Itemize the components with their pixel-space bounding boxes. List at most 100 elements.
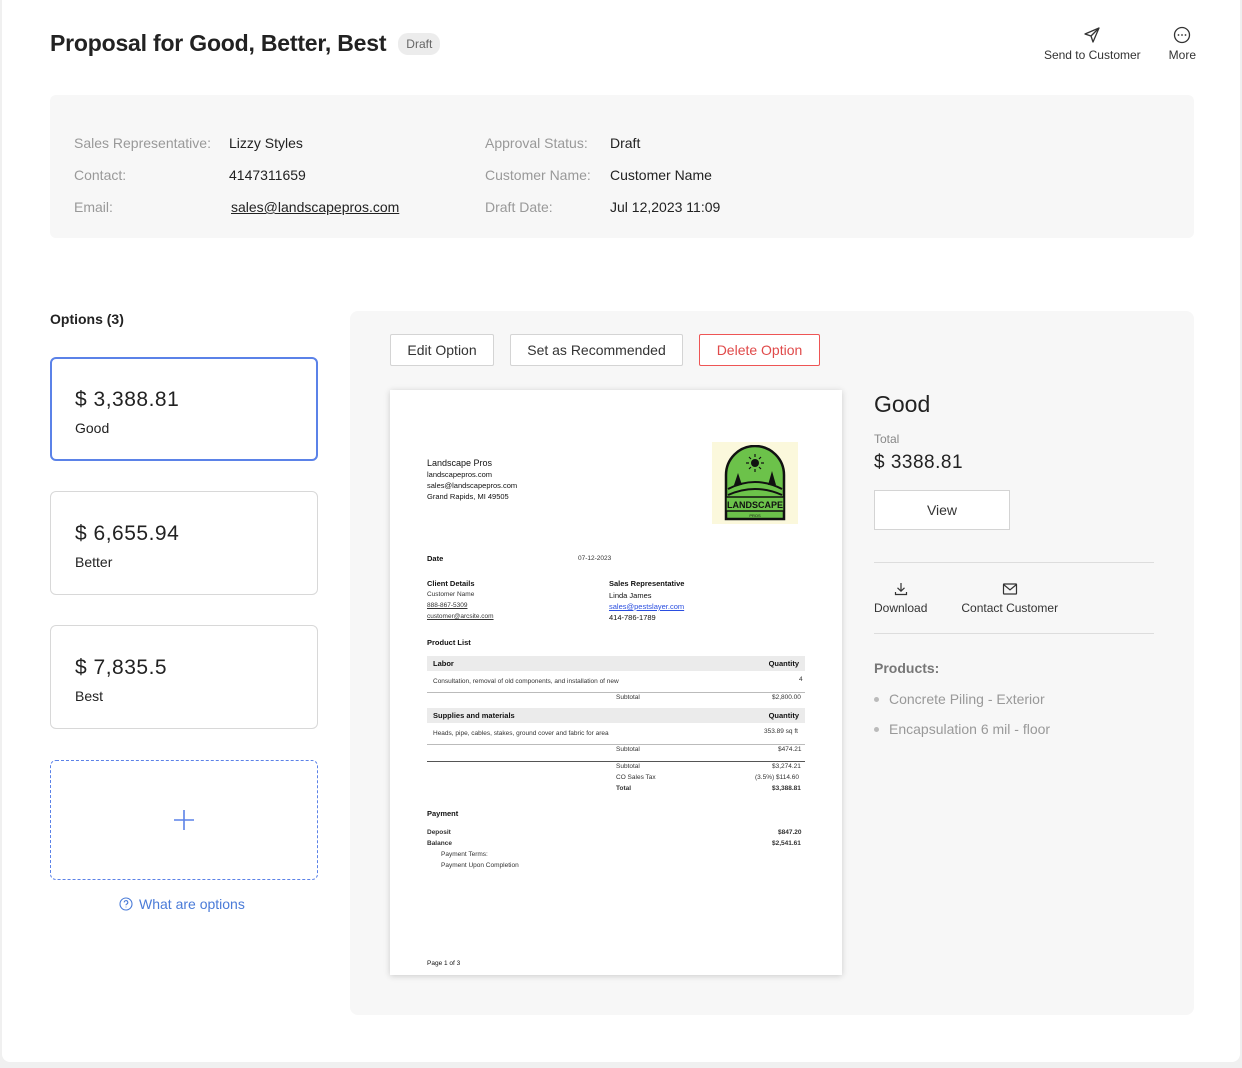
status-badge: Draft [398, 32, 441, 55]
option-price: $ 6,655.94 [75, 522, 180, 545]
doc-terms-label: Payment Terms: [441, 851, 488, 858]
option-name: Better [75, 554, 113, 570]
draft-date-label: Draft Date: [485, 199, 553, 215]
option-detail-name: Good [874, 391, 931, 417]
sales-rep-label: Sales Representative: [74, 135, 211, 151]
detail-actions: Download Contact Customer [874, 563, 1156, 633]
doc-deposit: $847.20 [778, 829, 802, 836]
doc-product-list-title: Product List [427, 638, 471, 647]
what-are-options-label: What are options [139, 896, 245, 912]
doc-date: 07-12-2023 [578, 555, 612, 562]
doc-qty-header: Quantity [768, 711, 799, 720]
customer-value: Customer Name [610, 167, 712, 183]
divider [874, 633, 1154, 634]
doc-company: Landscape Pros [427, 458, 493, 468]
doc-tax: (3.5%) $114.60 [755, 774, 799, 781]
doc-address: Grand Rapids, MI 49505 [427, 492, 509, 501]
doc-client-email[interactable]: customer@arcsite.com [427, 613, 494, 620]
doc-payment-title: Payment [427, 809, 459, 818]
proposal-page: Proposal for Good, Better, Best Draft Se… [2, 0, 1240, 1062]
doc-qty-header: Quantity [768, 659, 799, 668]
sales-rep-value: Lizzy Styles [229, 135, 303, 151]
send-icon [1084, 27, 1100, 43]
download-label: Download [874, 601, 928, 615]
doc-email: sales@landscapepros.com [427, 481, 518, 490]
contact-label: Contact: [74, 167, 127, 183]
proposal-info-box: Sales Representative: Lizzy Styles Conta… [50, 95, 1194, 238]
doc-rep-name: Linda James [609, 591, 652, 600]
contact-row: Contact: 4147311659 [74, 167, 399, 199]
doc-rep-title: Sales Representative [609, 579, 685, 588]
email-link[interactable]: sales@landscapepros.com [229, 199, 399, 231]
landscape-pros-logo: LANDSCAPE PROS [712, 442, 798, 524]
delete-option-button[interactable]: Delete Option [699, 334, 820, 366]
doc-labor-qty: 4 [799, 676, 803, 683]
product-item: Concrete Piling - Exterior [874, 684, 1156, 714]
doc-client-name: Customer Name [427, 591, 475, 598]
help-circle-icon [119, 897, 133, 911]
customer-row: Customer Name: Customer Name [485, 167, 720, 199]
option-card-better[interactable]: $ 6,655.94 Better [50, 491, 318, 595]
logo-icon: LANDSCAPE PROS [724, 445, 786, 521]
page-title: Proposal for Good, Better, Best [50, 30, 387, 56]
send-to-customer-label: Send to Customer [1043, 48, 1141, 62]
email-label: Email: [74, 199, 113, 215]
mail-icon [1002, 583, 1017, 595]
logo-text: LANDSCAPE [727, 500, 783, 510]
download-button[interactable]: Download [874, 581, 927, 615]
set-recommended-button[interactable]: Set as Recommended [510, 334, 683, 366]
doc-supplies-header: Supplies and materials Quantity [427, 708, 805, 723]
doc-total: $3,388.81 [772, 785, 801, 792]
approval-value: Draft [610, 135, 641, 151]
what-are-options-link[interactable]: What are options [119, 896, 245, 912]
contact-value: 4147311659 [229, 167, 306, 183]
doc-supplies-subtotal: $474.21 [778, 746, 802, 753]
options-title: Options (3) [50, 311, 124, 327]
doc-sum-subtotal: $3,274.21 [772, 763, 801, 770]
doc-rep-email[interactable]: sales@pestslayer.com [609, 602, 684, 611]
doc-divider [427, 761, 805, 762]
info-column-right: Approval Status: Draft Customer Name: Cu… [485, 135, 720, 231]
email-row: Email: sales@landscapepros.com [74, 199, 399, 231]
send-to-customer-button[interactable]: Send to Customer [1044, 26, 1141, 62]
header-actions: Send to Customer More [1044, 26, 1196, 62]
option-total-value: $ 3388.81 [874, 452, 964, 473]
draft-date-value: Jul 12,2023 11:09 [610, 199, 721, 215]
doc-balance: $2,541.61 [772, 840, 801, 847]
products-title: Products: [874, 660, 940, 676]
doc-labor-subtotal: $2,800.00 [772, 694, 801, 701]
doc-client-phone[interactable]: 888-867-5309 [427, 602, 467, 609]
more-button[interactable]: More [1169, 26, 1196, 62]
doc-supplies-subtotal-label: Subtotal [616, 746, 640, 753]
option-price: $ 7,835.5 [75, 656, 168, 679]
customer-label: Customer Name: [485, 167, 591, 183]
doc-sum-subtotal-label: Subtotal [616, 763, 640, 770]
doc-labor-subtotal-label: Subtotal [616, 694, 640, 701]
option-price: $ 3,388.81 [75, 388, 180, 411]
doc-balance-label: Balance [427, 840, 452, 847]
option-name: Best [75, 688, 104, 704]
logo-subtext: PROS [749, 513, 761, 518]
option-card-best[interactable]: $ 7,835.5 Best [50, 625, 318, 729]
add-option-button[interactable] [50, 760, 318, 880]
approval-label: Approval Status: [485, 135, 588, 151]
page-header: Proposal for Good, Better, Best Draft [50, 30, 441, 57]
view-button[interactable]: View [874, 490, 1010, 530]
doc-labor-header: Labor Quantity [427, 656, 805, 671]
doc-divider [427, 744, 805, 745]
doc-supplies-desc: Heads, pipe, cables, stakes, ground cove… [433, 730, 609, 737]
doc-labor-desc: Consultation, removal of old components,… [433, 678, 619, 685]
more-icon [1174, 26, 1191, 44]
contact-customer-button[interactable]: Contact Customer [961, 581, 1058, 615]
edit-option-button[interactable]: Edit Option [390, 334, 494, 366]
doc-client-title: Client Details [427, 579, 475, 588]
contact-customer-label: Contact Customer [961, 601, 1059, 615]
doc-supplies-header-label: Supplies and materials [433, 711, 515, 720]
option-name: Good [75, 420, 110, 436]
option-total-label: Total [874, 432, 900, 446]
plus-icon [174, 810, 194, 830]
option-card-good[interactable]: $ 3,388.81 Good [50, 357, 318, 461]
doc-rep-phone: 414-786-1789 [609, 613, 656, 622]
document-preview[interactable]: Landscape Pros landscapepros.com sales@l… [390, 390, 842, 975]
doc-page-number: Page 1 of 3 [427, 960, 461, 967]
